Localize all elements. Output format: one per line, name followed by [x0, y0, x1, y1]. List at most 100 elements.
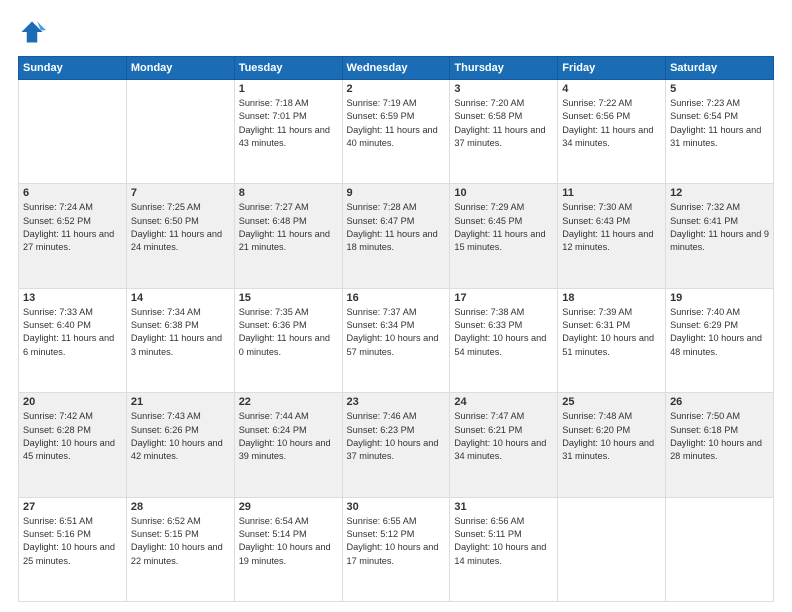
calendar-cell: 6 Sunrise: 7:24 AMSunset: 6:52 PMDaylight…	[19, 184, 127, 288]
page-header	[18, 18, 774, 46]
day-number: 16	[347, 292, 446, 304]
day-number: 15	[239, 292, 338, 304]
calendar-cell: 25 Sunrise: 7:48 AMSunset: 6:20 PMDayligh…	[558, 393, 666, 497]
day-info: Sunrise: 7:38 AMSunset: 6:33 PMDaylight:…	[454, 306, 553, 359]
day-info: Sunrise: 6:51 AMSunset: 5:16 PMDaylight:…	[23, 515, 122, 568]
day-info: Sunrise: 7:32 AMSunset: 6:41 PMDaylight:…	[670, 201, 769, 254]
day-info: Sunrise: 7:19 AMSunset: 6:59 PMDaylight:…	[347, 97, 446, 150]
calendar-cell: 15 Sunrise: 7:35 AMSunset: 6:36 PMDayligh…	[234, 288, 342, 392]
logo-icon	[18, 18, 46, 46]
day-info: Sunrise: 6:55 AMSunset: 5:12 PMDaylight:…	[347, 515, 446, 568]
day-number: 5	[670, 83, 769, 95]
day-number: 12	[670, 187, 769, 199]
day-number: 11	[562, 187, 661, 199]
day-info: Sunrise: 7:40 AMSunset: 6:29 PMDaylight:…	[670, 306, 769, 359]
day-info: Sunrise: 7:23 AMSunset: 6:54 PMDaylight:…	[670, 97, 769, 150]
day-info: Sunrise: 7:25 AMSunset: 6:50 PMDaylight:…	[131, 201, 230, 254]
calendar-cell	[666, 497, 774, 601]
day-number: 7	[131, 187, 230, 199]
day-number: 23	[347, 396, 446, 408]
calendar-cell: 1 Sunrise: 7:18 AMSunset: 7:01 PMDaylight…	[234, 80, 342, 184]
day-info: Sunrise: 6:54 AMSunset: 5:14 PMDaylight:…	[239, 515, 338, 568]
calendar-cell	[558, 497, 666, 601]
day-number: 13	[23, 292, 122, 304]
day-number: 28	[131, 501, 230, 513]
calendar-cell: 14 Sunrise: 7:34 AMSunset: 6:38 PMDayligh…	[126, 288, 234, 392]
calendar-cell: 24 Sunrise: 7:47 AMSunset: 6:21 PMDayligh…	[450, 393, 558, 497]
calendar-cell: 7 Sunrise: 7:25 AMSunset: 6:50 PMDaylight…	[126, 184, 234, 288]
day-info: Sunrise: 7:35 AMSunset: 6:36 PMDaylight:…	[239, 306, 338, 359]
day-number: 6	[23, 187, 122, 199]
calendar-cell: 8 Sunrise: 7:27 AMSunset: 6:48 PMDaylight…	[234, 184, 342, 288]
day-number: 31	[454, 501, 553, 513]
day-info: Sunrise: 7:29 AMSunset: 6:45 PMDaylight:…	[454, 201, 553, 254]
day-info: Sunrise: 7:28 AMSunset: 6:47 PMDaylight:…	[347, 201, 446, 254]
calendar-cell: 30 Sunrise: 6:55 AMSunset: 5:12 PMDayligh…	[342, 497, 450, 601]
calendar-cell: 22Sunrise: 7:44 AMSunset: 6:24 PMDayligh…	[234, 393, 342, 497]
calendar-cell: 5 Sunrise: 7:23 AMSunset: 6:54 PMDaylight…	[666, 80, 774, 184]
day-number: 9	[347, 187, 446, 199]
day-number: 8	[239, 187, 338, 199]
day-info: Sunrise: 7:39 AMSunset: 6:31 PMDaylight:…	[562, 306, 661, 359]
day-number: 1	[239, 83, 338, 95]
col-header-monday: Monday	[126, 57, 234, 80]
calendar-cell: 11 Sunrise: 7:30 AMSunset: 6:43 PMDayligh…	[558, 184, 666, 288]
day-info: Sunrise: 7:34 AMSunset: 6:38 PMDaylight:…	[131, 306, 230, 359]
calendar-cell: 28 Sunrise: 6:52 AMSunset: 5:15 PMDayligh…	[126, 497, 234, 601]
day-number: 29	[239, 501, 338, 513]
day-number: 20	[23, 396, 122, 408]
day-info: Sunrise: 7:18 AMSunset: 7:01 PMDaylight:…	[239, 97, 338, 150]
col-header-thursday: Thursday	[450, 57, 558, 80]
calendar-cell: 10 Sunrise: 7:29 AMSunset: 6:45 PMDayligh…	[450, 184, 558, 288]
day-info: Sunrise: 7:27 AMSunset: 6:48 PMDaylight:…	[239, 201, 338, 254]
day-number: 4	[562, 83, 661, 95]
day-number: 10	[454, 187, 553, 199]
day-info: Sunrise: 7:24 AMSunset: 6:52 PMDaylight:…	[23, 201, 122, 254]
day-info: Sunrise: 7:20 AMSunset: 6:58 PMDaylight:…	[454, 97, 553, 150]
calendar-header-row: SundayMondayTuesdayWednesdayThursdayFrid…	[19, 57, 774, 80]
calendar-cell: 4Sunrise: 7:22 AMSunset: 6:56 PMDaylight…	[558, 80, 666, 184]
col-header-friday: Friday	[558, 57, 666, 80]
calendar-cell: 29 Sunrise: 6:54 AMSunset: 5:14 PMDayligh…	[234, 497, 342, 601]
calendar-cell: 26 Sunrise: 7:50 AMSunset: 6:18 PMDayligh…	[666, 393, 774, 497]
day-number: 18	[562, 292, 661, 304]
day-info: Sunrise: 7:30 AMSunset: 6:43 PMDaylight:…	[562, 201, 661, 254]
col-header-saturday: Saturday	[666, 57, 774, 80]
logo	[18, 18, 50, 46]
day-info: Sunrise: 7:47 AMSunset: 6:21 PMDaylight:…	[454, 410, 553, 463]
day-info: Sunrise: 7:42 AMSunset: 6:28 PMDaylight:…	[23, 410, 122, 463]
calendar-cell: 20 Sunrise: 7:42 AMSunset: 6:28 PMDayligh…	[19, 393, 127, 497]
day-number: 3	[454, 83, 553, 95]
day-info: Sunrise: 7:37 AMSunset: 6:34 PMDaylight:…	[347, 306, 446, 359]
day-number: 14	[131, 292, 230, 304]
col-header-tuesday: Tuesday	[234, 57, 342, 80]
day-info: Sunrise: 7:50 AMSunset: 6:18 PMDaylight:…	[670, 410, 769, 463]
day-number: 22	[239, 396, 338, 408]
calendar-cell: 2 Sunrise: 7:19 AMSunset: 6:59 PMDaylight…	[342, 80, 450, 184]
calendar-cell: 13Sunrise: 7:33 AMSunset: 6:40 PMDayligh…	[19, 288, 127, 392]
day-number: 24	[454, 396, 553, 408]
calendar-cell: 16 Sunrise: 7:37 AMSunset: 6:34 PMDayligh…	[342, 288, 450, 392]
calendar-week-row: 13Sunrise: 7:33 AMSunset: 6:40 PMDayligh…	[19, 288, 774, 392]
day-info: Sunrise: 7:43 AMSunset: 6:26 PMDaylight:…	[131, 410, 230, 463]
day-number: 2	[347, 83, 446, 95]
calendar-cell: 19 Sunrise: 7:40 AMSunset: 6:29 PMDayligh…	[666, 288, 774, 392]
day-number: 25	[562, 396, 661, 408]
calendar-week-row: 27 Sunrise: 6:51 AMSunset: 5:16 PMDayligh…	[19, 497, 774, 601]
calendar-table: SundayMondayTuesdayWednesdayThursdayFrid…	[18, 56, 774, 602]
calendar-cell	[19, 80, 127, 184]
day-info: Sunrise: 7:46 AMSunset: 6:23 PMDaylight:…	[347, 410, 446, 463]
calendar-cell: 18 Sunrise: 7:39 AMSunset: 6:31 PMDayligh…	[558, 288, 666, 392]
calendar-week-row: 6 Sunrise: 7:24 AMSunset: 6:52 PMDaylight…	[19, 184, 774, 288]
day-number: 30	[347, 501, 446, 513]
day-number: 19	[670, 292, 769, 304]
day-info: Sunrise: 7:48 AMSunset: 6:20 PMDaylight:…	[562, 410, 661, 463]
calendar-week-row: 20 Sunrise: 7:42 AMSunset: 6:28 PMDayligh…	[19, 393, 774, 497]
day-info: Sunrise: 6:52 AMSunset: 5:15 PMDaylight:…	[131, 515, 230, 568]
calendar-week-row: 1 Sunrise: 7:18 AMSunset: 7:01 PMDaylight…	[19, 80, 774, 184]
day-number: 21	[131, 396, 230, 408]
col-header-sunday: Sunday	[19, 57, 127, 80]
day-number: 26	[670, 396, 769, 408]
calendar-cell: 31Sunrise: 6:56 AMSunset: 5:11 PMDayligh…	[450, 497, 558, 601]
day-number: 27	[23, 501, 122, 513]
